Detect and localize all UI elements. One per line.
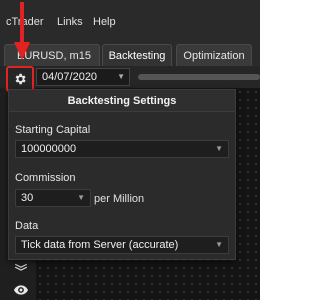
commission-label: Commission [15,172,76,184]
data-source-select[interactable]: Tick data from Server (accurate) ▼ [15,236,229,254]
menu-links[interactable]: Links [57,16,83,28]
date-slider[interactable] [138,74,260,80]
app-window: cTrader Links Help EURUSD, m15 Backtesti… [0,0,260,300]
starting-capital-label: Starting Capital [15,124,91,136]
gear-icon [15,73,26,85]
chevron-down-icon: ▼ [215,240,223,249]
tab-backtesting[interactable]: Backtesting [102,44,172,66]
data-source-value: Tick data from Server (accurate) [21,239,179,251]
commission-input[interactable]: 30 ▼ [15,189,91,207]
chevron-down-icon: ▼ [117,72,125,81]
commission-unit: per Million [94,193,145,205]
red-arrow-annotation [14,2,30,60]
menu-bar: cTrader Links Help [0,0,260,40]
date-value: 04/07/2020 [42,71,98,83]
tab-optimization[interactable]: Optimization [176,44,252,66]
popup-title: Backtesting Settings [9,90,235,112]
chevron-down-icon: ▼ [77,193,85,202]
backtesting-settings-popup: Backtesting Settings Starting Capital 10… [8,89,236,260]
commission-value: 30 [21,192,34,204]
eye-icon[interactable] [8,280,34,300]
data-label: Data [15,220,39,232]
starting-capital-input[interactable]: 100000000 ▼ [15,140,229,158]
tab-bar: EURUSD, m15 Backtesting Optimization [0,40,260,66]
chevron-down-icon: ▼ [215,144,223,153]
date-field[interactable]: 04/07/2020 ▼ [36,68,130,86]
menu-help[interactable]: Help [93,16,116,28]
starting-capital-value: 100000000 [21,143,77,155]
left-sidebar [8,254,34,300]
